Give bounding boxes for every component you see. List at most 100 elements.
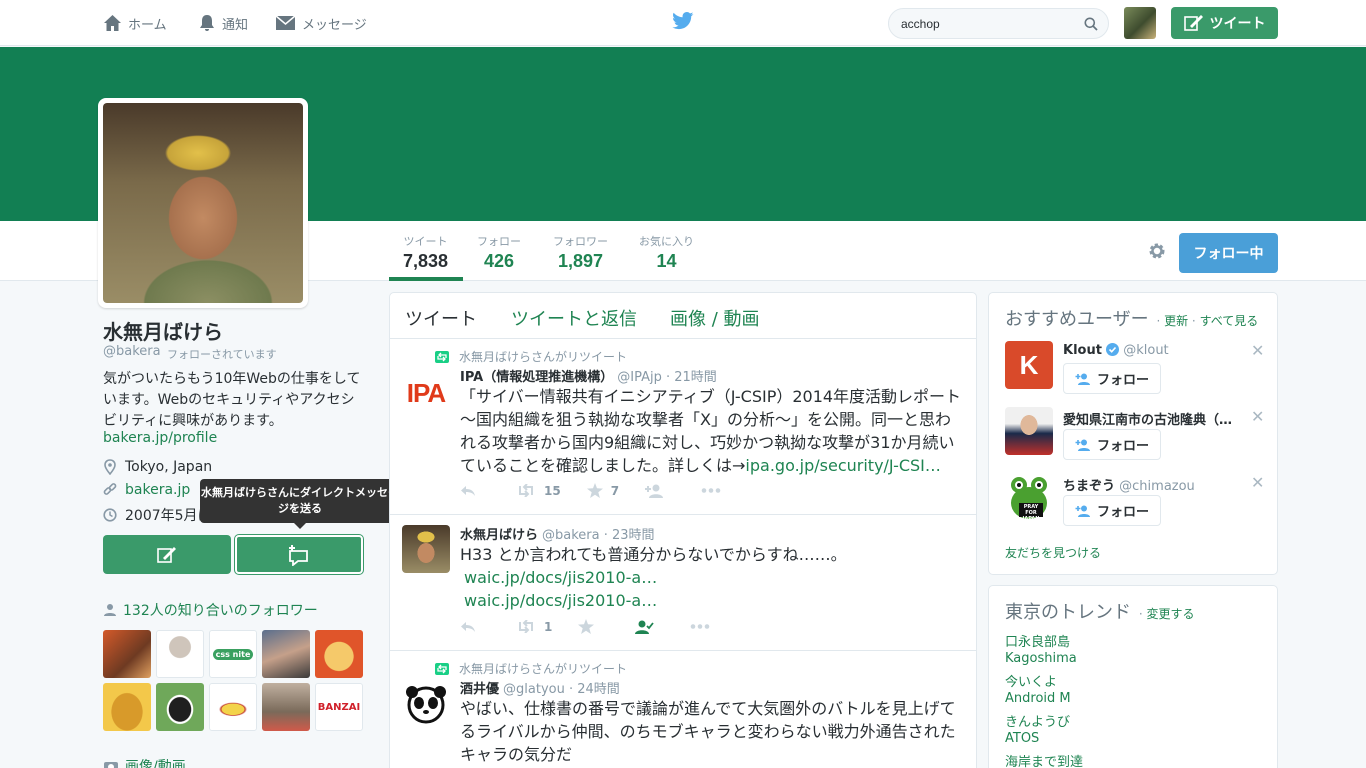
suggested-user[interactable]: PRAY FOR JAPAN ちまぞう @chimazou フォロー ✕ — [1005, 473, 1267, 526]
stat-following-value: 426 — [483, 251, 515, 271]
stat-tweets[interactable]: ツイート 7,838 — [403, 233, 448, 272]
media-section-title[interactable]: 画像/動画 — [103, 756, 186, 768]
following-button[interactable]: フォロー中 — [1179, 233, 1278, 273]
follower-thumb[interactable] — [262, 630, 310, 678]
retweet-action[interactable]: 15 — [516, 484, 561, 498]
profile-website-link[interactable]: bakera.jp — [125, 482, 190, 498]
followers-you-know[interactable]: 132人の知り合いのフォロワー — [103, 600, 318, 620]
more-icon — [701, 488, 721, 493]
follower-thumb[interactable] — [156, 630, 204, 678]
tweet-author-avatar[interactable]: IPA — [402, 369, 450, 417]
more-action[interactable] — [701, 488, 731, 493]
follower-thumb[interactable] — [262, 683, 310, 731]
tweet-author-avatar[interactable] — [402, 525, 450, 573]
trend-item[interactable]: ATOS — [1005, 731, 1039, 746]
tweet-meta[interactable]: @bakera · 23時間 — [542, 528, 655, 543]
tweet-meta[interactable]: @IPAjp · 21時間 — [617, 370, 717, 385]
profile-handle[interactable]: @bakera — [103, 344, 161, 359]
tweet-author-name[interactable]: IPA（情報処理推進機構） — [460, 370, 613, 385]
tweet-link[interactable]: waic.jp/docs/jis2010-a… — [464, 568, 657, 587]
dismiss-icon[interactable]: ✕ — [1251, 407, 1264, 426]
pray-for-japan-text: PRAY FOR JAPAN — [1022, 504, 1040, 521]
refresh-link[interactable]: 更新 — [1164, 314, 1188, 328]
profile-bio-link[interactable]: bakera.jp/profile — [103, 430, 217, 446]
twitter-bird-logo[interactable] — [672, 12, 694, 30]
tab-media[interactable]: 画像 / 動画 — [670, 305, 760, 331]
tweet-item[interactable]: 水無月ばけらさんがリツイート 酒井優 @glatyou · 24時間 やばい、仕様… — [390, 651, 976, 768]
suggested-user-handle: @klout — [1123, 343, 1169, 358]
suggested-user-avatar[interactable] — [1005, 407, 1053, 455]
profile-location: Tokyo, Japan — [103, 459, 212, 475]
suggested-user-name[interactable]: ちまぞう @chimazou — [1063, 475, 1243, 494]
reply-action[interactable] — [460, 485, 490, 497]
follow-button[interactable]: フォロー — [1063, 363, 1161, 394]
search-input[interactable] — [901, 15, 1071, 33]
view-all-link[interactable]: すべて見る — [1200, 314, 1259, 328]
follow-button-label: フォロー — [1096, 439, 1149, 454]
suggested-user-avatar[interactable]: PRAY FOR JAPAN — [1005, 473, 1053, 521]
stat-followers-value: 1,897 — [557, 251, 604, 271]
tweet-item[interactable]: 水無月ばけらさんがリツイート IPA IPA（情報処理推進機構） @IPAjp ·… — [390, 339, 976, 515]
follow-button[interactable]: フォロー — [1063, 429, 1161, 460]
dismiss-icon[interactable]: ✕ — [1251, 473, 1264, 492]
tweet-to-button[interactable] — [103, 535, 231, 574]
suggested-user-name[interactable]: Klout @klout — [1063, 343, 1243, 358]
profile-website[interactable]: bakera.jp — [103, 482, 190, 498]
stat-favorites[interactable]: お気に入り 14 — [639, 233, 694, 272]
tweet-author-avatar[interactable] — [402, 681, 450, 729]
nav-notifications[interactable]: 通知 — [198, 12, 248, 34]
compose-tweet-icon — [157, 546, 176, 563]
follow-action[interactable] — [645, 484, 675, 498]
tweet-author-name[interactable]: 水無月ばけら — [460, 528, 538, 543]
suggested-user-avatar[interactable]: K — [1005, 341, 1053, 389]
nav-home[interactable]: ホーム — [103, 12, 167, 34]
compose-tweet-button[interactable]: ツイート — [1171, 7, 1278, 39]
stat-followers[interactable]: フォロワー 1,897 — [553, 233, 608, 272]
tab-tweets[interactable]: ツイート — [405, 305, 477, 331]
trend-item[interactable]: Android M — [1005, 691, 1071, 706]
trend-item[interactable]: きんようび — [1005, 711, 1070, 730]
retweet-icon — [435, 662, 449, 675]
tweet-link[interactable]: waic.jp/docs/jis2010-a… — [464, 591, 657, 610]
tab-tweets-and-replies[interactable]: ツイートと返信 — [511, 305, 637, 331]
analytics-action[interactable] — [634, 620, 664, 634]
nav-messages[interactable]: メッセージ — [275, 12, 367, 34]
change-trends-link[interactable]: 変更する — [1146, 607, 1194, 621]
retweet-icon — [435, 350, 449, 363]
follower-thumb[interactable] — [315, 630, 363, 678]
favorite-action[interactable] — [578, 619, 608, 634]
follower-thumb[interactable] — [156, 683, 204, 731]
tweet-item[interactable]: 水無月ばけら @bakera · 23時間 H33 とか言われても普通分からないで… — [390, 515, 976, 651]
direct-message-button[interactable] — [235, 535, 363, 574]
profile-name[interactable]: 水無月ばけら — [103, 316, 223, 345]
search-box[interactable] — [888, 8, 1109, 39]
follower-thumb[interactable]: css nite — [209, 630, 257, 678]
tweet-author-name[interactable]: 酒井優 — [460, 682, 499, 697]
suggested-user-name[interactable]: 愛知県江南市の古池隆典（… — [1063, 409, 1243, 428]
favorite-action[interactable]: 7 — [586, 483, 619, 498]
stat-following[interactable]: フォロー 426 — [477, 233, 521, 272]
trends-title: 東京のトレンド · 変更する — [1005, 598, 1194, 624]
trend-item[interactable]: 海岸まで到達 — [1005, 751, 1083, 768]
trend-item[interactable]: 今いくよ — [1005, 671, 1057, 690]
retweet-count: 1 — [544, 619, 553, 634]
tweet-meta[interactable]: @glatyou · 24時間 — [503, 682, 620, 697]
follower-thumb[interactable] — [209, 683, 257, 731]
account-avatar[interactable] — [1124, 7, 1156, 39]
find-friends-link[interactable]: 友だちを見つける — [1005, 544, 1101, 561]
follower-thumb[interactable] — [103, 683, 151, 731]
gear-icon[interactable] — [1147, 241, 1167, 261]
profile-avatar[interactable] — [98, 98, 308, 308]
retweet-action[interactable]: 1 — [516, 620, 552, 634]
follow-button[interactable]: フォロー — [1063, 495, 1161, 526]
reply-action[interactable] — [460, 621, 490, 633]
panda-avatar-icon — [406, 686, 446, 724]
trend-item[interactable]: Kagoshima — [1005, 651, 1077, 666]
trend-item[interactable]: 口永良部島 — [1005, 631, 1070, 650]
search-icon[interactable] — [1084, 17, 1098, 31]
dismiss-icon[interactable]: ✕ — [1251, 341, 1264, 360]
more-action[interactable] — [690, 624, 720, 629]
follower-thumb[interactable] — [103, 630, 151, 678]
follower-thumb[interactable]: BANZAI — [315, 683, 363, 731]
tweet-link[interactable]: ipa.go.jp/security/J-CSI… — [745, 456, 940, 475]
